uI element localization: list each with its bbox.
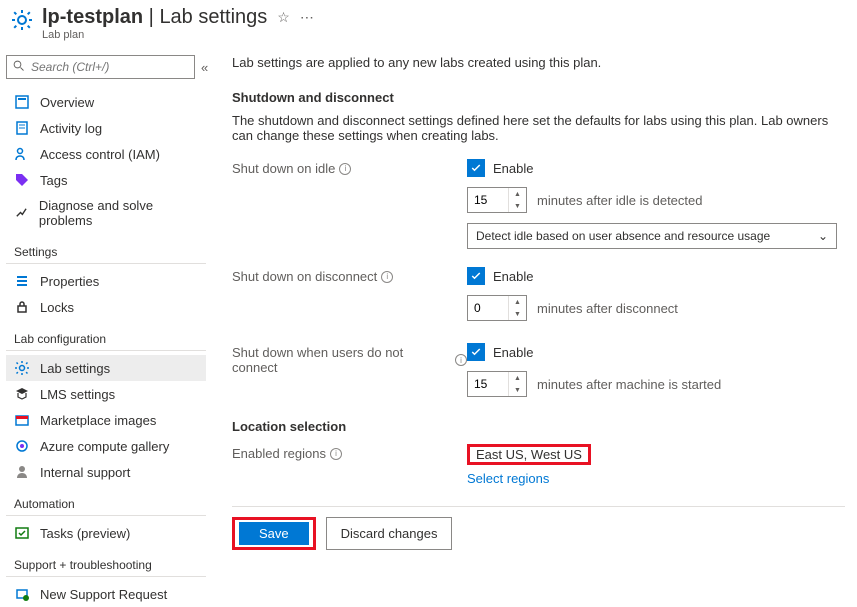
resource-type: Lab plan [42,29,314,41]
sidebar-item-access[interactable]: Access control (IAM) [6,141,206,167]
idle-label: Shut down on idlei [232,159,467,176]
nav-label: Access control (IAM) [40,147,160,162]
noconnect-minutes-input[interactable]: ▲▼ [467,371,527,397]
access-icon [14,146,30,162]
nav-label: Lab settings [40,361,110,376]
regions-label: Enabled regionsi [232,444,467,461]
spin-down-icon[interactable]: ▼ [508,384,526,396]
tag-icon [14,172,30,188]
spin-up-icon[interactable]: ▲ [508,296,526,308]
chevron-down-icon: ⌄ [818,229,828,243]
sidebar-item-overview[interactable]: Overview [6,89,206,115]
nav-label: Marketplace images [40,413,156,428]
intro-text: Lab settings are applied to any new labs… [232,55,845,70]
sidebar: « Overview Activity log Access control (… [0,51,212,607]
noconnect-enable-checkbox[interactable] [467,343,485,361]
disconnect-minutes-input[interactable]: ▲▼ [467,295,527,321]
idle-minutes-input[interactable]: ▲▼ [467,187,527,213]
sidebar-item-tasks[interactable]: Tasks (preview) [6,520,206,546]
group-automation: Automation [6,485,206,516]
sidebar-item-locks[interactable]: Locks [6,294,206,320]
shutdown-heading: Shutdown and disconnect [232,90,845,105]
search-icon [13,60,25,75]
support-icon [14,464,30,480]
marketplace-icon [14,412,30,428]
nav-label: Internal support [40,465,130,480]
disconnect-enable-checkbox[interactable] [467,267,485,285]
spin-down-icon[interactable]: ▼ [508,308,526,320]
lock-icon [14,299,30,315]
nav-label: Diagnose and solve problems [39,198,198,228]
nav-label: Locks [40,300,74,315]
enable-label: Enable [493,161,533,176]
spin-up-icon[interactable]: ▲ [508,188,526,200]
tasks-icon [14,525,30,541]
sidebar-item-internal-support[interactable]: Internal support [6,459,206,485]
nav-label: Overview [40,95,94,110]
action-bar: Save Discard changes [232,506,845,560]
sidebar-item-compute[interactable]: Azure compute gallery [6,433,206,459]
enable-label: Enable [493,269,533,284]
nav-label: Activity log [40,121,102,136]
idle-enable-checkbox[interactable] [467,159,485,177]
diagnose-icon [14,205,29,221]
idle-detection-dropdown[interactable]: Detect idle based on user absence and re… [467,223,837,249]
nav-label: Tags [40,173,67,188]
overview-icon [14,94,30,110]
info-icon[interactable]: i [455,354,467,366]
discard-button[interactable]: Discard changes [326,517,453,550]
enable-label: Enable [493,345,533,360]
search-input[interactable] [6,55,195,79]
sidebar-item-lms[interactable]: LMS settings [6,381,206,407]
save-highlight: Save [232,517,316,550]
nav-label: Azure compute gallery [40,439,169,454]
sidebar-item-properties[interactable]: Properties [6,268,206,294]
group-labconfig: Lab configuration [6,320,206,351]
info-icon[interactable]: i [330,448,342,460]
newsupport-icon [14,586,30,602]
group-support: Support + troubleshooting [6,546,206,577]
info-icon[interactable]: i [339,163,351,175]
disconnect-aux: minutes after disconnect [537,301,678,316]
nav-label: LMS settings [40,387,115,402]
lms-icon [14,386,30,402]
page-header: lp-testplan | Lab settings ☆ ⋯ Lab plan [0,0,857,51]
sidebar-item-newsupport[interactable]: New Support Request [6,581,206,607]
location-heading: Location selection [232,419,845,434]
group-settings: Settings [6,233,206,264]
spin-down-icon[interactable]: ▼ [508,200,526,212]
star-icon[interactable]: ☆ [277,9,290,26]
sidebar-item-diagnose[interactable]: Diagnose and solve problems [6,193,206,233]
gear-icon [14,360,30,376]
select-regions-link[interactable]: Select regions [467,471,845,486]
nav-label: New Support Request [40,587,167,602]
sidebar-item-marketplace[interactable]: Marketplace images [6,407,206,433]
nav-label: Properties [40,274,99,289]
sidebar-item-labsettings[interactable]: Lab settings [6,355,206,381]
main-content: Lab settings are applied to any new labs… [212,51,857,607]
compute-icon [14,438,30,454]
more-icon[interactable]: ⋯ [300,9,314,26]
regions-value: East US, West US [467,444,591,465]
spin-up-icon[interactable]: ▲ [508,372,526,384]
sidebar-item-activity[interactable]: Activity log [6,115,206,141]
collapse-icon[interactable]: « [201,60,208,75]
sidebar-item-tags[interactable]: Tags [6,167,206,193]
idle-aux: minutes after idle is detected [537,193,702,208]
save-button[interactable]: Save [239,522,309,545]
noconnect-aux: minutes after machine is started [537,377,721,392]
disconnect-label: Shut down on disconnecti [232,267,467,284]
properties-icon [14,273,30,289]
labplan-gear-icon [10,8,34,32]
nav-label: Tasks (preview) [40,526,130,541]
noconnect-label: Shut down when users do not connecti [232,343,467,375]
page-title: lp-testplan | Lab settings [42,6,267,29]
info-icon[interactable]: i [381,271,393,283]
shutdown-desc: The shutdown and disconnect settings def… [232,113,845,143]
log-icon [14,120,30,136]
